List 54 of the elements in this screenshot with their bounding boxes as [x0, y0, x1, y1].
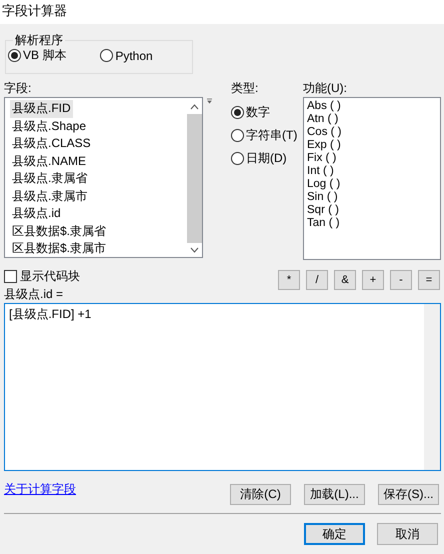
radio-icon[interactable]	[231, 152, 244, 164]
function-item[interactable]: Exp ( )	[307, 139, 440, 152]
dialog-button[interactable]: 确定	[304, 523, 365, 545]
radio-icon[interactable]	[8, 49, 21, 62]
radio-option[interactable]: Python	[100, 47, 153, 64]
fields-label: 字段:	[4, 80, 32, 97]
operator-button[interactable]: +	[362, 270, 384, 290]
scroll-thumb[interactable]	[186, 114, 202, 243]
radio-option[interactable]: 字符串(T)	[231, 127, 303, 143]
field-item[interactable]: 区县数据$.隶属省	[10, 222, 108, 240]
window-title: 字段计算器	[0, 0, 444, 24]
function-item[interactable]: Abs ( )	[307, 100, 440, 113]
field-item[interactable]: 县级点.隶属省	[10, 170, 90, 188]
expression-label: 县级点.id =	[4, 287, 64, 301]
field-item[interactable]: 县级点.CLASS	[10, 135, 93, 152]
radio-icon[interactable]	[231, 106, 244, 118]
help-link[interactable]: 关于计算字段	[4, 481, 76, 505]
scroll-up-icon[interactable]	[190, 104, 198, 110]
radio-option[interactable]: 日期(D)	[231, 150, 303, 166]
dialog-button[interactable]: 保存(S)...	[378, 484, 439, 505]
expression-field[interactable]: [县级点.FID] +1	[4, 303, 441, 471]
function-item[interactable]: Sqr ( )	[307, 204, 440, 217]
type-label: 类型:	[231, 80, 260, 97]
function-item[interactable]: Sin ( )	[307, 191, 440, 204]
field-item[interactable]: 县级点.id	[10, 205, 63, 222]
dialog-button[interactable]: 清除(C)	[230, 484, 291, 505]
field-item[interactable]: 县级点.NAME	[10, 152, 88, 170]
dialog-button[interactable]: 取消	[377, 523, 438, 545]
function-item[interactable]: Fix ( )	[307, 152, 440, 165]
radio-icon[interactable]	[231, 128, 244, 142]
radio-option[interactable]: 数字	[231, 104, 303, 120]
dialog-button[interactable]: 加载(L)...	[304, 484, 365, 505]
field-item[interactable]: 县级点.FID	[10, 100, 73, 118]
operator-button[interactable]: /	[306, 270, 328, 290]
radio-option[interactable]: VB 脚本	[8, 47, 66, 64]
scroll-down-icon[interactable]	[190, 247, 198, 253]
field-item[interactable]: 县级点.Shape	[10, 118, 88, 135]
function-item[interactable]: Log ( )	[307, 178, 440, 191]
field-item[interactable]: 区县数据$.隶属市	[10, 240, 108, 258]
operator-button[interactable]: =	[418, 270, 440, 290]
function-item[interactable]: Atn ( )	[307, 113, 440, 126]
radio-icon[interactable]	[100, 49, 114, 62]
checkbox[interactable]	[4, 270, 17, 283]
operator-button[interactable]: &	[334, 270, 356, 290]
operator-button[interactable]: -	[390, 270, 412, 290]
field-item[interactable]: 县级点.隶属市	[10, 188, 90, 205]
function-item[interactable]: Int ( )	[307, 165, 440, 178]
operator-button[interactable]: *	[278, 270, 300, 290]
function-item[interactable]: Cos ( )	[307, 126, 440, 139]
functions-label: 功能(U):	[303, 80, 348, 97]
sort-icon[interactable]	[207, 98, 213, 104]
group-label: 解析程序	[13, 32, 65, 49]
function-item[interactable]: Tan ( )	[307, 217, 440, 230]
checkbox-label[interactable]: 显示代码块	[20, 268, 80, 285]
